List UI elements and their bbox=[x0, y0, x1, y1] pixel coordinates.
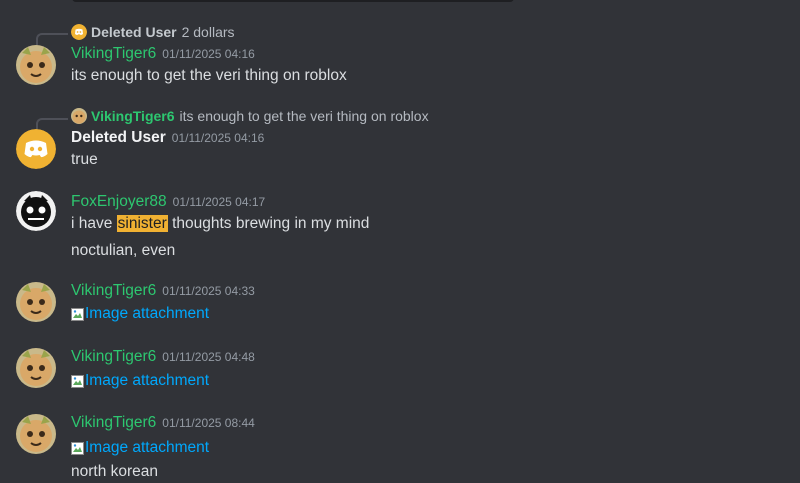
username[interactable]: VikingTiger6 bbox=[71, 45, 156, 62]
cat-avatar[interactable] bbox=[16, 282, 56, 322]
timestamp: 01/11/2025 04:48 bbox=[162, 350, 255, 364]
timestamp: 01/11/2025 04:16 bbox=[162, 47, 255, 61]
cropped-attachment-bar bbox=[72, 0, 514, 2]
cat-avatar[interactable] bbox=[16, 414, 56, 454]
image-attachment[interactable]: Image attachment bbox=[71, 303, 255, 325]
username[interactable]: VikingTiger6 bbox=[71, 348, 156, 365]
message-text: north korean bbox=[71, 463, 159, 480]
text-segment: thoughts brewing in my mind bbox=[167, 215, 370, 232]
broken-image-icon bbox=[71, 308, 84, 321]
discord-avatar[interactable] bbox=[16, 129, 56, 169]
timestamp: 01/11/2025 04:17 bbox=[172, 195, 266, 209]
highlighted-word: sinister bbox=[116, 215, 168, 232]
timestamp: 01/11/2025 08:44 bbox=[162, 416, 255, 430]
attachment-label[interactable]: Image attachment bbox=[85, 303, 209, 325]
attachment-label[interactable]: Image attachment bbox=[85, 370, 209, 392]
fox-avatar[interactable] bbox=[16, 191, 56, 231]
reply-username[interactable]: VikingTiger6 bbox=[91, 107, 175, 125]
cat-avatar[interactable] bbox=[16, 348, 56, 388]
reply-text: 2 dollars bbox=[181, 24, 235, 40]
message-text: i have sinister thoughts brewing in my m… bbox=[71, 213, 369, 235]
username[interactable]: VikingTiger6 bbox=[71, 282, 156, 299]
message-text: true bbox=[71, 151, 98, 168]
username[interactable]: VikingTiger6 bbox=[71, 414, 156, 431]
broken-image-icon bbox=[71, 442, 84, 455]
username[interactable]: FoxEnjoyer88 bbox=[71, 193, 167, 210]
username[interactable]: Deleted User bbox=[71, 129, 166, 146]
cat-avatar-mini bbox=[71, 108, 87, 124]
reply-preview[interactable]: Deleted User 2 dollars bbox=[71, 23, 235, 41]
reply-preview[interactable]: VikingTiger6 its enough to get the veri … bbox=[71, 107, 429, 125]
reply-username[interactable]: Deleted User bbox=[91, 23, 177, 41]
cat-avatar[interactable] bbox=[16, 45, 56, 85]
message-text: noctulian, even bbox=[71, 242, 176, 259]
reply-text: its enough to get the veri thing on robl… bbox=[179, 108, 429, 124]
image-attachment[interactable]: Image attachment bbox=[71, 370, 255, 392]
image-attachment[interactable]: Image attachment bbox=[71, 437, 255, 459]
message-text: its enough to get the veri thing on robl… bbox=[71, 67, 347, 84]
discord-logo-icon bbox=[71, 24, 87, 40]
timestamp: 01/11/2025 04:16 bbox=[171, 131, 265, 145]
text-segment: i have bbox=[71, 215, 117, 232]
attachment-label[interactable]: Image attachment bbox=[85, 437, 209, 459]
timestamp: 01/11/2025 04:33 bbox=[162, 284, 255, 298]
broken-image-icon bbox=[71, 375, 84, 388]
